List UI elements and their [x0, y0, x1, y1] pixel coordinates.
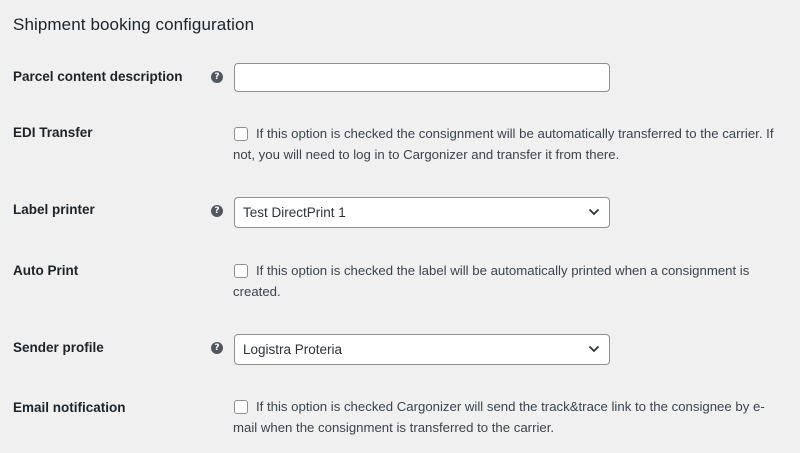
chevron-down-icon	[588, 345, 600, 353]
edi-transfer-label: EDI Transfer	[13, 125, 93, 140]
label-printer-label: Label printer	[13, 202, 95, 217]
auto-print-label: Auto Print	[13, 263, 79, 278]
chevron-down-icon	[588, 208, 600, 216]
auto-print-description: If this option is checked the label will…	[233, 263, 750, 299]
sender-profile-label: Sender profile	[13, 340, 104, 355]
parcel-description-label: Parcel content description	[13, 69, 183, 84]
sender-profile-selected-value: Logistra Proteria	[243, 342, 343, 357]
section-title: Shipment booking configuration	[13, 15, 255, 34]
email-notification-description: If this option is checked Cargonizer wil…	[233, 399, 765, 435]
sender-profile-select[interactable]: Logistra Proteria	[234, 334, 610, 365]
label-printer-selected-value: Test DirectPrint 1	[243, 205, 346, 220]
question-circle-icon[interactable]: ?	[211, 71, 223, 83]
shipment-booking-settings: Shipment booking configuration Parcel co…	[0, 0, 800, 453]
question-circle-icon[interactable]: ?	[211, 342, 223, 354]
label-printer-select[interactable]: Test DirectPrint 1	[234, 197, 610, 228]
edi-transfer-description: If this option is checked the consignmen…	[233, 126, 774, 162]
question-circle-icon[interactable]: ?	[211, 205, 223, 217]
email-notification-label: Email notification	[13, 400, 126, 415]
parcel-description-input[interactable]	[234, 63, 610, 92]
